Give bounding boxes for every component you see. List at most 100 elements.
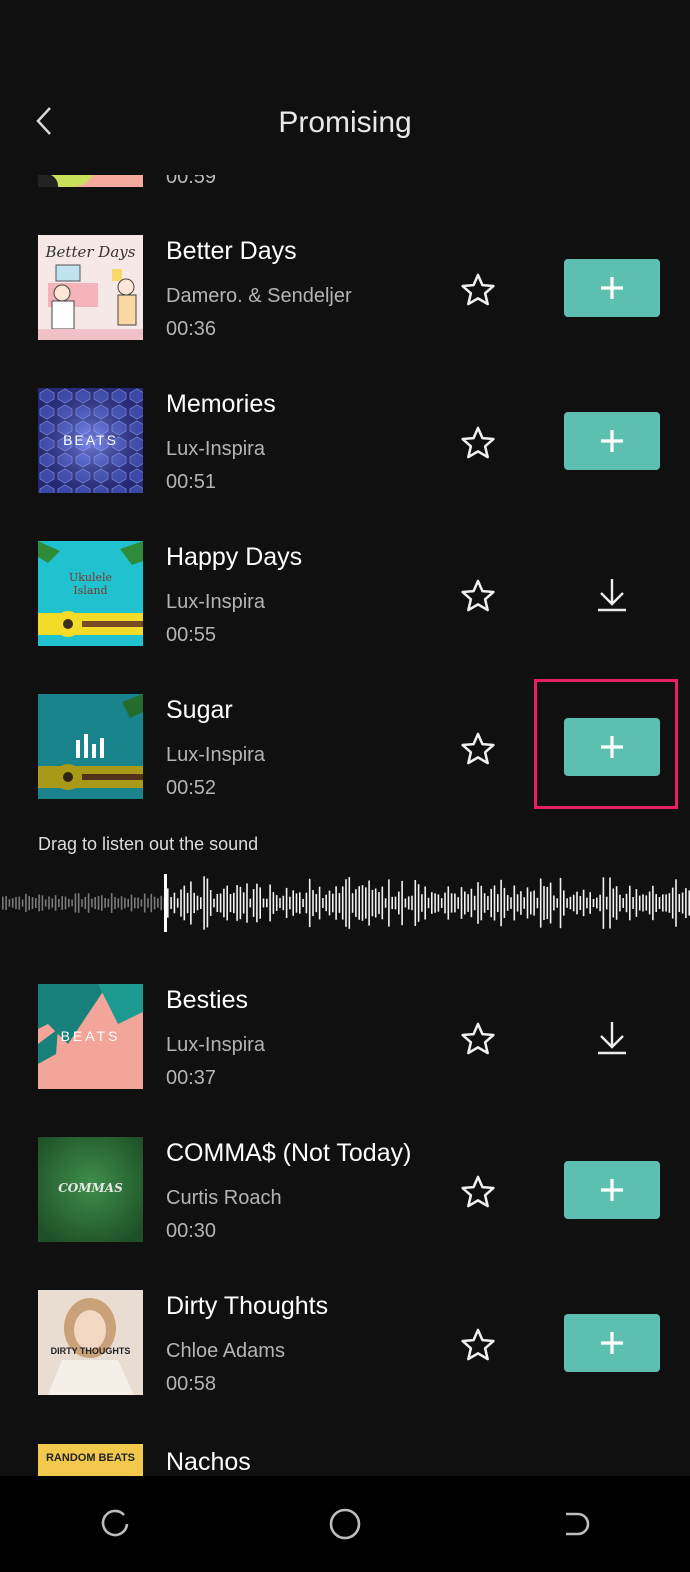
- waveform-bar: [259, 887, 261, 919]
- drag-hint: Drag to listen out the sound: [38, 834, 259, 854]
- waveform-bar: [130, 894, 133, 912]
- track-row-happy-days[interactable]: Ukulele Island Happy Days Lux-Inspira 00…: [0, 541, 690, 651]
- waveform-bar: [61, 896, 63, 910]
- waveform-bar: [526, 887, 529, 919]
- waveform-bar: [279, 898, 281, 908]
- track-artist: Lux-Inspira: [166, 744, 265, 766]
- track-duration: 00:37: [166, 1067, 217, 1089]
- waveform-bar: [572, 894, 575, 912]
- waveform-bar: [652, 885, 654, 921]
- back-nav-button[interactable]: [547, 1496, 603, 1552]
- track-row-memories[interactable]: BEATS Memories Lux-Inspira 00:51: [0, 388, 690, 498]
- star-icon[interactable]: [459, 730, 497, 768]
- waveform-bar: [54, 895, 57, 911]
- waveform-bar: [203, 876, 205, 930]
- waveform-bar: [213, 898, 215, 908]
- waveform-bar: [685, 888, 687, 918]
- waveform-bar: [315, 894, 318, 913]
- track-row-sugar[interactable]: Sugar Lux-Inspira 00:52: [0, 679, 690, 809]
- waveform-bar: [345, 879, 347, 927]
- recent-apps-button[interactable]: [87, 1496, 143, 1552]
- waveform-bar: [292, 890, 294, 916]
- waveform-bar: [638, 895, 641, 911]
- add-button[interactable]: [564, 412, 660, 470]
- waveform-scrubber[interactable]: [0, 872, 690, 934]
- waveform-bar: [427, 897, 430, 909]
- waveform-bar: [569, 896, 572, 910]
- home-button[interactable]: [317, 1496, 373, 1552]
- waveform-bar: [467, 894, 469, 912]
- waveform-bar: [229, 894, 232, 913]
- waveform-bar: [506, 895, 509, 911]
- add-button[interactable]: [564, 1161, 660, 1219]
- star-icon[interactable]: [459, 1020, 497, 1058]
- waveform-bar: [348, 877, 351, 929]
- track-name: Besties: [166, 986, 248, 1014]
- track-duration: 00:55: [166, 624, 217, 646]
- waveform-bar: [308, 878, 311, 928]
- waveform-bar: [645, 895, 648, 911]
- waveform-bar: [318, 886, 321, 920]
- waveform-bar: [269, 884, 271, 922]
- waveform-bar: [289, 896, 291, 910]
- cover-title: Better Days: [45, 243, 136, 261]
- star-icon[interactable]: [459, 577, 497, 615]
- waveform-bar: [384, 898, 387, 908]
- add-button[interactable]: [564, 1314, 660, 1372]
- track-row-dirty-thoughts[interactable]: DIRTY THOUGHTS Dirty Thoughts Chloe Adam…: [0, 1290, 690, 1400]
- waveform-bar: [523, 897, 525, 909]
- waveform-bar: [285, 887, 288, 918]
- waveform-bar: [450, 893, 453, 913]
- waveform-bar: [341, 886, 344, 920]
- star-icon[interactable]: [459, 1326, 497, 1364]
- download-icon[interactable]: [590, 573, 634, 617]
- waveform-bar: [516, 894, 519, 912]
- track-name: Memories: [166, 390, 276, 418]
- track-duration: 00:30: [166, 1220, 217, 1242]
- waveform-bar: [431, 892, 433, 914]
- waveform-bar: [576, 891, 578, 915]
- track-row-better-days[interactable]: Better Days Better Days Damero. & Sendel…: [0, 235, 690, 345]
- waveform-bar: [275, 895, 278, 911]
- waveform-bar: [398, 891, 400, 915]
- waveform-bar: [64, 896, 67, 910]
- waveform-bar: [668, 893, 671, 913]
- star-icon[interactable]: [459, 424, 497, 462]
- list-item-partial-bottom[interactable]: RANDOM BEATS Nachos: [0, 1440, 690, 1478]
- waveform-bar: [28, 895, 30, 911]
- star-icon[interactable]: [459, 1173, 497, 1211]
- waveform-bar: [447, 886, 450, 920]
- playhead[interactable]: [164, 874, 167, 932]
- waveform-bar: [662, 894, 664, 912]
- waveform-bar: [226, 885, 228, 921]
- track-row-commas[interactable]: COMMAS COMMA$ (Not Today) Curtis Roach 0…: [0, 1137, 690, 1247]
- waveform-bar: [110, 893, 113, 913]
- waveform-bar: [223, 888, 225, 918]
- waveform-bar: [2, 896, 4, 910]
- cover-title: DIRTY THOUGHTS: [50, 1346, 131, 1356]
- waveform-bar: [97, 896, 100, 910]
- waveform-bar: [167, 888, 169, 918]
- waveform-bar: [401, 880, 403, 926]
- waveform-bar: [266, 898, 268, 908]
- waveform-bar: [5, 896, 7, 910]
- waveform-bar: [609, 877, 611, 929]
- waveform-bar: [421, 894, 423, 912]
- waveform-bar: [464, 891, 466, 915]
- waveform-bar: [530, 891, 532, 915]
- waveform-bar: [460, 887, 463, 919]
- waveform-bar: [157, 898, 159, 908]
- star-icon[interactable]: [459, 271, 497, 309]
- download-icon[interactable]: [590, 1016, 634, 1060]
- waveform-bar: [127, 898, 129, 908]
- track-row-besties[interactable]: BEATS Besties Lux-Inspira 00:37: [0, 984, 690, 1094]
- waveform-bar: [299, 892, 301, 914]
- waveform-bar: [262, 898, 265, 908]
- waveform-bar: [605, 896, 608, 910]
- waveform-bar: [391, 896, 393, 910]
- add-button[interactable]: [564, 259, 660, 317]
- waveform-bar: [678, 894, 681, 912]
- waveform-bar: [632, 897, 634, 909]
- waveform-bar: [81, 899, 83, 907]
- waveform-bar: [437, 894, 440, 912]
